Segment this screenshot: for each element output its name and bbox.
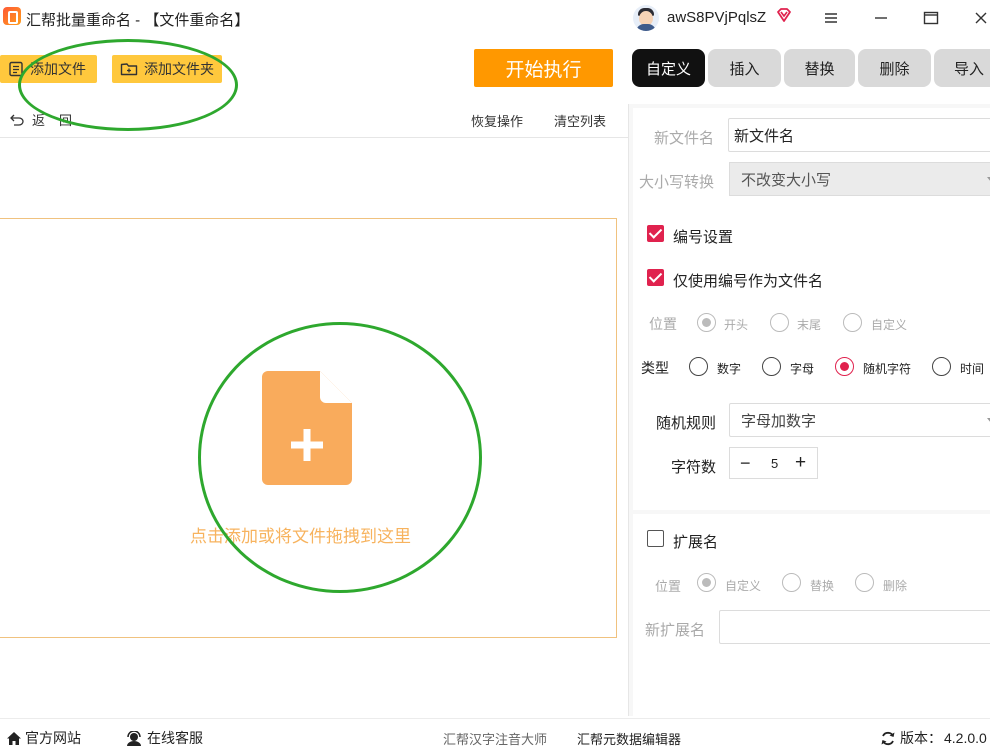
position-end-radio[interactable] — [770, 313, 789, 332]
divider — [0, 137, 628, 138]
start-button[interactable]: 开始执行 — [474, 49, 613, 87]
ext-delete-radio[interactable] — [855, 573, 874, 592]
type-letter-radio[interactable] — [762, 357, 781, 376]
extension-checkbox[interactable] — [647, 530, 664, 547]
position-label: 位置 — [649, 316, 677, 332]
extension-label: 扩展名 — [673, 534, 719, 551]
char-count-label: 字符数 — [671, 459, 717, 476]
ext-custom-radio[interactable] — [697, 573, 716, 592]
random-rule-label: 随机规则 — [656, 415, 717, 432]
char-count-stepper[interactable]: − 5 + — [729, 447, 818, 479]
numbering-checkbox[interactable] — [647, 225, 664, 242]
drop-hint[interactable]: 点击添加或将文件拖拽到这里 — [190, 522, 411, 547]
position-custom-label: 自定义 — [871, 318, 908, 332]
add-folder-label: 添加文件夹 — [144, 61, 214, 77]
type-random-label: 随机字符 — [863, 362, 912, 376]
ext-position-label: 位置 — [655, 579, 682, 594]
new-name-input[interactable]: 新文件名 — [728, 118, 990, 152]
version-label: 版本： — [900, 730, 942, 746]
maximize-icon[interactable] — [918, 6, 944, 30]
type-letter-label: 字母 — [790, 362, 815, 376]
type-random-radio[interactable] — [835, 357, 854, 376]
version-number: 4.2.0.0 — [944, 730, 987, 746]
hanzi-pinyin-link[interactable]: 汇帮汉字注音大师 — [443, 729, 547, 748]
close-icon[interactable] — [968, 6, 990, 30]
stepper-plus-button[interactable]: + — [795, 452, 806, 474]
ext-custom-label: 自定义 — [725, 579, 762, 593]
home-icon — [7, 731, 21, 745]
ext-replace-label: 替换 — [810, 579, 835, 593]
tab-insert[interactable]: 插入 — [708, 49, 781, 87]
type-label: 类型 — [641, 360, 669, 376]
add-file-button[interactable]: 添加文件 — [0, 55, 97, 83]
only-number-label: 仅使用编号作为文件名 — [673, 273, 824, 290]
support-label: 在线客服 — [147, 730, 203, 746]
tab-custom[interactable]: 自定义 — [632, 49, 705, 87]
case-select-value: 不改变大小写 — [741, 171, 832, 189]
chevron-down-icon — [987, 418, 990, 422]
file-list-icon — [9, 61, 23, 77]
back-label-2: 回 — [59, 113, 73, 128]
avatar[interactable] — [633, 5, 659, 31]
type-number-label: 数字 — [717, 362, 742, 376]
numbering-label: 编号设置 — [673, 229, 734, 246]
position-custom-radio[interactable] — [843, 313, 862, 332]
status-bar: 官方网站 在线客服 汇帮汉字注音大师 汇帮元数据编辑器 版本： 4.2.0.0 — [0, 718, 990, 747]
case-select[interactable]: 不改变大小写 — [729, 162, 990, 196]
minimize-icon[interactable] — [868, 6, 894, 30]
add-folder-button[interactable]: 添加文件夹 — [112, 55, 222, 83]
user-name[interactable]: awS8PVjPqlsZ — [667, 9, 766, 26]
undo-icon — [10, 114, 24, 126]
headset-icon — [127, 730, 141, 746]
tab-import[interactable]: 导入 — [934, 49, 990, 87]
ext-replace-radio[interactable] — [782, 573, 801, 592]
random-rule-select[interactable]: 字母加数字 — [729, 403, 990, 437]
stepper-minus-button[interactable]: − — [740, 453, 751, 474]
type-number-radio[interactable] — [689, 357, 708, 376]
ext-delete-label: 删除 — [883, 579, 908, 593]
version-info[interactable]: 版本： 4.2.0.0 — [880, 728, 987, 748]
back-button[interactable]: 返 回 — [10, 110, 72, 129]
new-ext-label: 新扩展名 — [645, 622, 706, 639]
random-rule-value: 字母加数字 — [741, 412, 817, 430]
chevron-down-icon — [987, 177, 990, 181]
add-file-icon[interactable] — [262, 371, 352, 485]
tab-delete[interactable]: 删除 — [858, 49, 931, 87]
window-title: 汇帮批量重命名 - 【文件重命名】 — [26, 12, 250, 29]
type-time-label: 时间 — [960, 362, 985, 376]
website-link[interactable]: 官方网站 — [6, 728, 81, 748]
clear-list-button[interactable]: 清空列表 — [554, 111, 606, 130]
char-count-value[interactable]: 5 — [771, 456, 778, 471]
back-label: 返 — [32, 113, 46, 128]
folder-add-icon — [120, 63, 138, 76]
position-start-radio[interactable] — [697, 313, 716, 332]
menu-icon[interactable] — [818, 6, 844, 30]
recover-button[interactable]: 恢复操作 — [471, 111, 523, 130]
add-file-label: 添加文件 — [30, 61, 86, 77]
position-start-label: 开头 — [724, 318, 749, 332]
website-label: 官方网站 — [25, 730, 81, 746]
title-bar: 汇帮批量重命名 - 【文件重命名】 awS8PVjPqlsZ — [0, 0, 990, 38]
type-time-radio[interactable] — [932, 357, 951, 376]
new-ext-input[interactable] — [719, 610, 990, 644]
case-label: 大小写转换 — [639, 174, 715, 191]
metadata-editor-link[interactable]: 汇帮元数据编辑器 — [577, 729, 681, 748]
vip-diamond-icon[interactable] — [776, 7, 792, 23]
only-number-checkbox[interactable] — [647, 269, 664, 286]
position-end-label: 末尾 — [797, 318, 822, 332]
tab-replace[interactable]: 替换 — [784, 49, 855, 87]
refresh-icon — [881, 731, 895, 745]
app-logo-icon — [3, 7, 21, 25]
new-name-label: 新文件名 — [654, 130, 715, 147]
support-link[interactable]: 在线客服 — [126, 728, 203, 748]
